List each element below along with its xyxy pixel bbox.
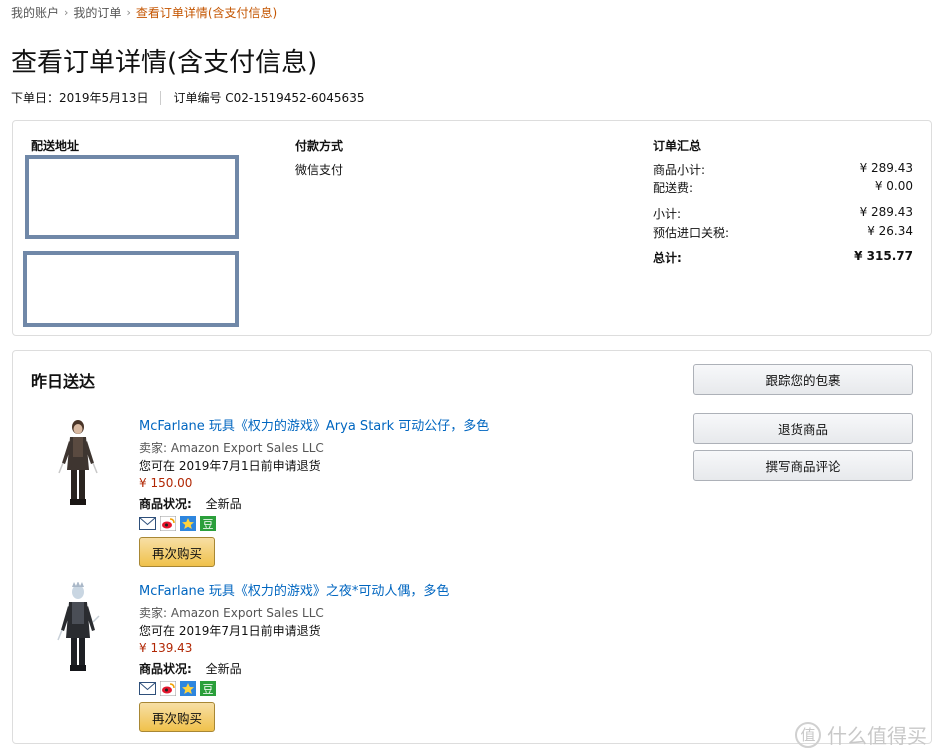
summary-label: 总计: bbox=[653, 251, 682, 265]
order-meta: 下单日：2019年5月13日 订单编号 C02-1519452-6045635 bbox=[11, 89, 364, 106]
summary-value: ¥ 289.43 bbox=[859, 205, 913, 219]
condition-value: 全新品 bbox=[205, 497, 242, 511]
share-icons: 豆 bbox=[139, 516, 216, 531]
order-number: 订单编号 C02-1519452-6045635 bbox=[173, 91, 365, 105]
share-icons: 豆 bbox=[139, 681, 216, 696]
product-price: ¥ 139.43 bbox=[139, 641, 193, 655]
watermark: 值 什么值得买 bbox=[795, 720, 927, 749]
svg-text:豆: 豆 bbox=[202, 518, 213, 531]
condition-value: 全新品 bbox=[205, 662, 242, 676]
product-seller: 卖家: Amazon Export Sales LLC bbox=[139, 441, 324, 455]
return-deadline: 您可在 2019年7月1日前申请退货 bbox=[139, 624, 321, 638]
summary-value: ¥ 26.34 bbox=[867, 224, 913, 238]
summary-row-shipping: 配送费: ¥ 0.00 bbox=[653, 179, 913, 196]
shipping-address-heading: 配送地址 bbox=[31, 139, 80, 153]
product-price: ¥ 150.00 bbox=[139, 476, 193, 490]
order-info-box: 配送地址 付款方式 微信支付 订单汇总 商品小计: ¥ 289.43 配送费: … bbox=[12, 120, 932, 336]
douban-icon[interactable]: 豆 bbox=[199, 681, 216, 696]
write-review-button[interactable]: 撰写商品评论 bbox=[693, 450, 913, 481]
breadcrumb-separator: › bbox=[126, 6, 131, 19]
condition-label: 商品状况: bbox=[139, 662, 192, 676]
delivery-status: 昨日送达 bbox=[31, 372, 96, 391]
condition-label: 商品状况: bbox=[139, 497, 192, 511]
payment-method-value: 微信支付 bbox=[295, 163, 344, 177]
breadcrumb-my-orders[interactable]: 我的订单 bbox=[73, 4, 121, 21]
meta-divider bbox=[160, 90, 162, 105]
address-redaction-block bbox=[25, 155, 239, 239]
breadcrumb-my-account[interactable]: 我的账户 bbox=[11, 4, 59, 21]
product-image-night-king[interactable] bbox=[53, 581, 103, 682]
payment-method-heading: 付款方式 bbox=[295, 139, 344, 153]
weibo-icon[interactable] bbox=[159, 681, 176, 696]
product-condition: 商品状况: 全新品 bbox=[139, 660, 242, 677]
address-redaction-block bbox=[23, 251, 239, 327]
email-icon[interactable] bbox=[139, 681, 156, 696]
product-title-link[interactable]: McFarlane 玩具《权力的游戏》之夜*可动人偶，多色 bbox=[139, 580, 449, 599]
watermark-text: 什么值得买 bbox=[827, 724, 927, 748]
qzone-icon[interactable] bbox=[179, 516, 196, 531]
order-item: McFarlane 玩具《权力的游戏》之夜*可动人偶，多色 卖家: Amazon… bbox=[13, 580, 693, 740]
product-condition: 商品状况: 全新品 bbox=[139, 495, 242, 512]
weibo-icon[interactable] bbox=[159, 516, 176, 531]
track-package-button[interactable]: 跟踪您的包裹 bbox=[693, 364, 913, 395]
product-title-link[interactable]: McFarlane 玩具《权力的游戏》Arya Stark 可动公仔，多色 bbox=[139, 415, 489, 434]
summary-value: ¥ 0.00 bbox=[874, 179, 913, 193]
email-icon[interactable] bbox=[139, 516, 156, 531]
summary-value: ¥ 289.43 bbox=[859, 161, 913, 175]
breadcrumb-separator: › bbox=[64, 6, 69, 19]
summary-label: 预估进口关税: bbox=[653, 226, 730, 240]
product-image-arya-stark[interactable] bbox=[53, 415, 103, 515]
page-title: 查看订单详情(含支付信息) bbox=[11, 48, 318, 78]
summary-value: ¥ 315.77 bbox=[854, 249, 913, 263]
summary-row-import-duty: 预估进口关税: ¥ 26.34 bbox=[653, 224, 913, 241]
order-date: 下单日：2019年5月13日 bbox=[11, 91, 149, 105]
summary-row-items-subtotal: 商品小计: ¥ 289.43 bbox=[653, 161, 913, 178]
summary-row-total: 总计: ¥ 315.77 bbox=[653, 249, 913, 266]
summary-row-subtotal: 小计: ¥ 289.43 bbox=[653, 205, 913, 222]
buy-again-button[interactable]: 再次购买 bbox=[139, 702, 215, 732]
summary-label: 配送费: bbox=[653, 181, 694, 195]
qzone-icon[interactable] bbox=[179, 681, 196, 696]
return-deadline: 您可在 2019年7月1日前申请退货 bbox=[139, 459, 321, 473]
return-items-button[interactable]: 退货商品 bbox=[693, 413, 913, 444]
summary-label: 商品小计: bbox=[653, 163, 706, 177]
order-summary-heading: 订单汇总 bbox=[653, 139, 702, 153]
breadcrumb-current-page: 查看订单详情(含支付信息) bbox=[135, 6, 278, 20]
breadcrumb: 我的账户 › 我的订单 › 查看订单详情(含支付信息) bbox=[11, 4, 277, 21]
watermark-logo-icon: 值 bbox=[795, 721, 821, 748]
shipment-box: 昨日送达 跟踪您的包裹 退货商品 撰写商品评论 McFarlane 玩具《权力的… bbox=[12, 350, 932, 744]
buy-again-button[interactable]: 再次购买 bbox=[139, 537, 215, 567]
summary-label: 小计: bbox=[653, 207, 682, 221]
order-item: McFarlane 玩具《权力的游戏》Arya Stark 可动公仔，多色 卖家… bbox=[13, 415, 693, 575]
svg-text:豆: 豆 bbox=[202, 683, 213, 696]
douban-icon[interactable]: 豆 bbox=[199, 516, 216, 531]
product-seller: 卖家: Amazon Export Sales LLC bbox=[139, 606, 324, 620]
